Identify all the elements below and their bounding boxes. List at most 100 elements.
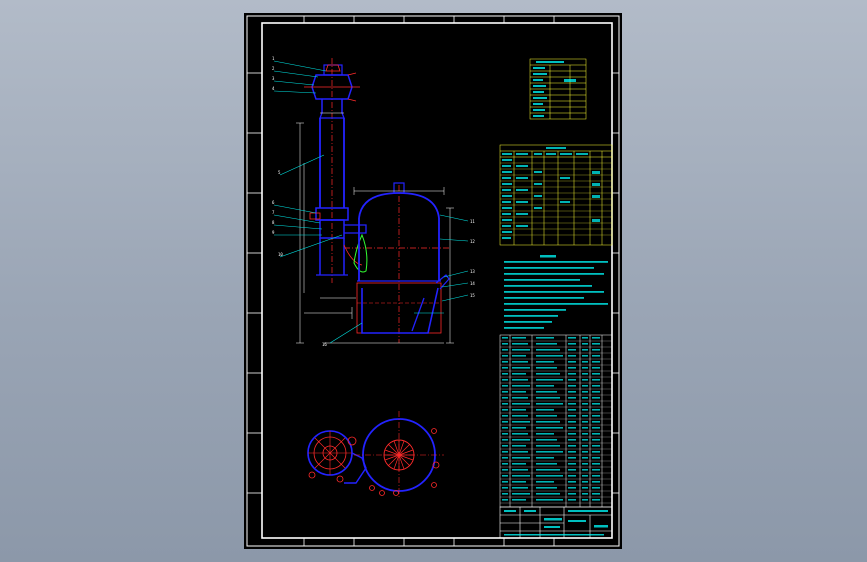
parts-cell-mark	[582, 397, 588, 399]
parts-cell-mark	[536, 487, 557, 489]
parts-cell-mark	[502, 397, 508, 399]
parts-cell-mark	[502, 367, 508, 369]
parts-cell-mark	[512, 457, 530, 459]
parts-cell-mark	[568, 451, 576, 453]
parts-cell-mark	[512, 421, 530, 423]
parts-cell-mark	[502, 493, 508, 495]
parts-cell-mark	[568, 385, 576, 387]
parts-cell-mark	[592, 355, 600, 357]
parts-cell-mark	[512, 481, 526, 483]
top-cap	[325, 64, 341, 72]
parts-cell-mark	[512, 433, 528, 435]
parts-cell-mark	[536, 355, 563, 357]
parts-cell-mark	[568, 415, 576, 417]
parts-cell-mark	[568, 427, 576, 429]
parts-cell-mark	[536, 391, 557, 393]
parts-cell-mark	[512, 367, 530, 369]
parts-cell-mark	[592, 373, 600, 375]
svg-text:14: 14	[470, 281, 475, 286]
svg-text:6: 6	[272, 200, 275, 205]
parts-cell-mark	[512, 445, 526, 447]
parts-cell-mark	[592, 469, 600, 471]
parts-cell-mark	[536, 457, 554, 459]
parts-cell-mark	[582, 421, 588, 423]
parts-cell-mark	[536, 463, 557, 465]
parts-cell-mark	[536, 337, 554, 339]
parts-cell-mark	[582, 349, 588, 351]
parts-cell-mark	[502, 349, 508, 351]
front-elevation: 123 456 789 10 1112 1314 1516	[272, 56, 475, 347]
parts-cell-mark	[536, 493, 560, 495]
parts-cell-mark	[502, 433, 508, 435]
parts-cell-mark	[582, 475, 588, 477]
parts-cell-mark	[512, 439, 530, 441]
parts-cell-mark	[592, 337, 600, 339]
parts-cell-mark	[502, 361, 508, 363]
parts-cell-mark	[536, 379, 563, 381]
parts-cell-mark	[502, 427, 508, 429]
parts-cell-mark	[592, 451, 600, 453]
parts-cell-mark	[568, 439, 576, 441]
parts-list-fill	[502, 337, 600, 501]
parts-cell-mark	[592, 427, 600, 429]
parts-cell-mark	[536, 343, 557, 345]
cad-viewport[interactable]: 123 456 789 10 11 12 13 14 15 16	[0, 0, 867, 562]
parts-cell-mark	[568, 469, 576, 471]
parts-cell-mark	[582, 487, 588, 489]
parts-cell-mark	[502, 439, 508, 441]
parts-cell-mark	[512, 361, 528, 363]
parts-cell-mark	[536, 415, 557, 417]
parts-cell-mark	[592, 349, 600, 351]
technical-notes	[504, 255, 608, 329]
part-labels: 123 456 789 10 1112 1314 1516	[272, 56, 475, 347]
parts-cell-mark	[536, 367, 557, 369]
parts-cell-mark	[592, 415, 600, 417]
parts-cell-mark	[512, 487, 528, 489]
parts-cell-mark	[568, 463, 576, 465]
svg-text:7: 7	[272, 210, 275, 215]
parts-cell-mark	[502, 403, 508, 405]
plan-view-small	[307, 430, 367, 484]
parts-cell-mark	[512, 475, 530, 477]
parts-cell-mark	[592, 457, 600, 459]
parts-cell-mark	[592, 421, 600, 423]
parts-cell-mark	[592, 499, 600, 501]
parts-cell-mark	[592, 379, 600, 381]
parts-cell-mark	[512, 391, 526, 393]
parts-cell-mark	[502, 475, 508, 477]
parts-cell-mark	[512, 349, 530, 351]
parts-cell-mark	[592, 445, 600, 447]
parts-cell-mark	[592, 493, 600, 495]
parts-cell-mark	[582, 343, 588, 345]
parts-cell-mark	[592, 403, 600, 405]
parts-cell-mark	[568, 433, 576, 435]
parts-cell-mark	[502, 385, 508, 387]
parts-cell-mark	[502, 337, 508, 339]
parts-cell-mark	[592, 385, 600, 387]
parts-cell-mark	[568, 403, 576, 405]
parts-cell-mark	[502, 445, 508, 447]
parts-cell-mark	[512, 373, 526, 375]
parts-cell-mark	[502, 499, 508, 501]
parts-cell-mark	[536, 439, 557, 441]
parts-cell-mark	[536, 475, 563, 477]
parts-cell-mark	[502, 343, 508, 345]
parts-cell-mark	[582, 493, 588, 495]
parts-cell-mark	[568, 493, 576, 495]
parts-cell-mark	[512, 427, 526, 429]
parts-cell-mark	[582, 451, 588, 453]
parts-cell-mark	[536, 373, 560, 375]
svg-text:5: 5	[278, 170, 281, 175]
bottom-cone	[361, 287, 439, 334]
parts-cell-mark	[582, 445, 588, 447]
parts-cell-mark	[536, 385, 554, 387]
svg-text:1: 1	[272, 56, 275, 61]
parts-cell-mark	[502, 457, 508, 459]
parts-cell-mark	[582, 385, 588, 387]
parts-cell-mark	[502, 481, 508, 483]
parts-cell-mark	[582, 481, 588, 483]
parts-cell-mark	[568, 409, 576, 411]
parts-cell-mark	[502, 373, 508, 375]
parts-cell-mark	[536, 349, 560, 351]
svg-text:2: 2	[272, 66, 275, 71]
